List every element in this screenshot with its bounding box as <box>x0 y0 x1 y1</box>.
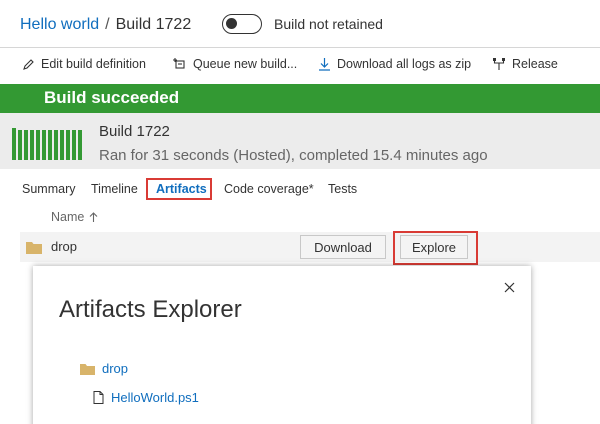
tree-folder-drop[interactable]: drop <box>80 361 128 376</box>
folder-icon <box>26 242 42 254</box>
download-logs-button[interactable]: Download all logs as zip <box>318 57 471 71</box>
close-icon[interactable] <box>504 282 515 293</box>
release-button[interactable]: Release <box>492 57 558 71</box>
sort-ascending-icon <box>89 211 98 222</box>
release-label: Release <box>512 57 558 71</box>
edit-definition-label: Edit build definition <box>41 57 146 71</box>
build-tabs: Summary Timeline Artifacts Code coverage… <box>0 178 600 202</box>
explore-button-highlight <box>393 231 478 265</box>
queue-build-button[interactable]: Queue new build... <box>172 57 297 71</box>
pencil-icon <box>23 58 34 70</box>
build-page: Hello world / Build 1722 Build not retai… <box>0 0 600 424</box>
breadcrumb-separator: / <box>105 16 110 33</box>
artifacts-explorer-dialog: Artifacts Explorer drop HelloWorld.ps1 <box>33 266 531 424</box>
breadcrumb-project-link[interactable]: Hello world <box>20 16 99 34</box>
history-bar[interactable] <box>42 130 46 160</box>
file-icon <box>93 391 104 404</box>
tab-summary[interactable]: Summary <box>22 182 75 196</box>
queue-build-label: Queue new build... <box>193 57 298 71</box>
edit-definition-button[interactable]: Edit build definition <box>22 57 146 71</box>
history-bar[interactable] <box>72 130 76 160</box>
queue-icon <box>173 58 185 69</box>
history-bar[interactable] <box>36 130 40 160</box>
name-column-label: Name <box>51 210 85 224</box>
tab-tests[interactable]: Tests <box>328 182 357 196</box>
folder-icon <box>80 363 95 375</box>
history-bar[interactable] <box>60 130 64 160</box>
history-bar[interactable] <box>48 130 52 160</box>
history-bar[interactable] <box>30 130 34 160</box>
retain-toggle-label: Build not retained <box>274 16 383 32</box>
summary-title: Build 1722 <box>99 123 170 140</box>
toggle-knob <box>226 18 237 29</box>
breadcrumb-build: Build 1722 <box>115 16 192 33</box>
history-bar[interactable] <box>18 130 22 160</box>
status-banner: Build succeeded <box>0 84 600 113</box>
name-column-header[interactable]: Name <box>51 210 98 224</box>
history-bar[interactable] <box>66 130 70 160</box>
retain-build-toggle[interactable] <box>222 14 262 34</box>
download-icon <box>319 58 330 71</box>
release-icon <box>493 58 505 70</box>
build-summary: Build 1722 Ran for 31 seconds (Hosted), … <box>0 113 600 169</box>
download-logs-label: Download all logs as zip <box>337 57 472 71</box>
dialog-title: Artifacts Explorer <box>59 296 242 323</box>
artifact-row[interactable]: drop Download Explore <box>20 232 600 262</box>
history-bar[interactable] <box>54 130 58 160</box>
tab-timeline[interactable]: Timeline <box>91 182 138 196</box>
tree-file-label: HelloWorld.ps1 <box>111 390 199 405</box>
header-divider <box>0 47 600 48</box>
toolbar: Edit build definition Queue new build...… <box>0 51 600 81</box>
summary-subtitle: Ran for 31 seconds (Hosted), completed 1… <box>99 147 488 164</box>
artifact-name: drop <box>51 239 78 254</box>
tree-file-helloworld[interactable]: HelloWorld.ps1 <box>93 390 199 405</box>
tab-code-coverage[interactable]: Code coverage* <box>224 182 314 196</box>
history-bar[interactable] <box>78 130 82 160</box>
build-status-text: Build succeeded <box>44 88 180 107</box>
breadcrumb: Hello world / Build 1722 <box>20 14 191 36</box>
tree-folder-label: drop <box>102 361 129 376</box>
artifacts-tab-highlight <box>146 178 212 200</box>
history-bar[interactable] <box>12 128 16 160</box>
history-bar[interactable] <box>24 130 28 160</box>
build-history-chart[interactable] <box>12 122 88 160</box>
download-button[interactable]: Download <box>300 235 386 259</box>
